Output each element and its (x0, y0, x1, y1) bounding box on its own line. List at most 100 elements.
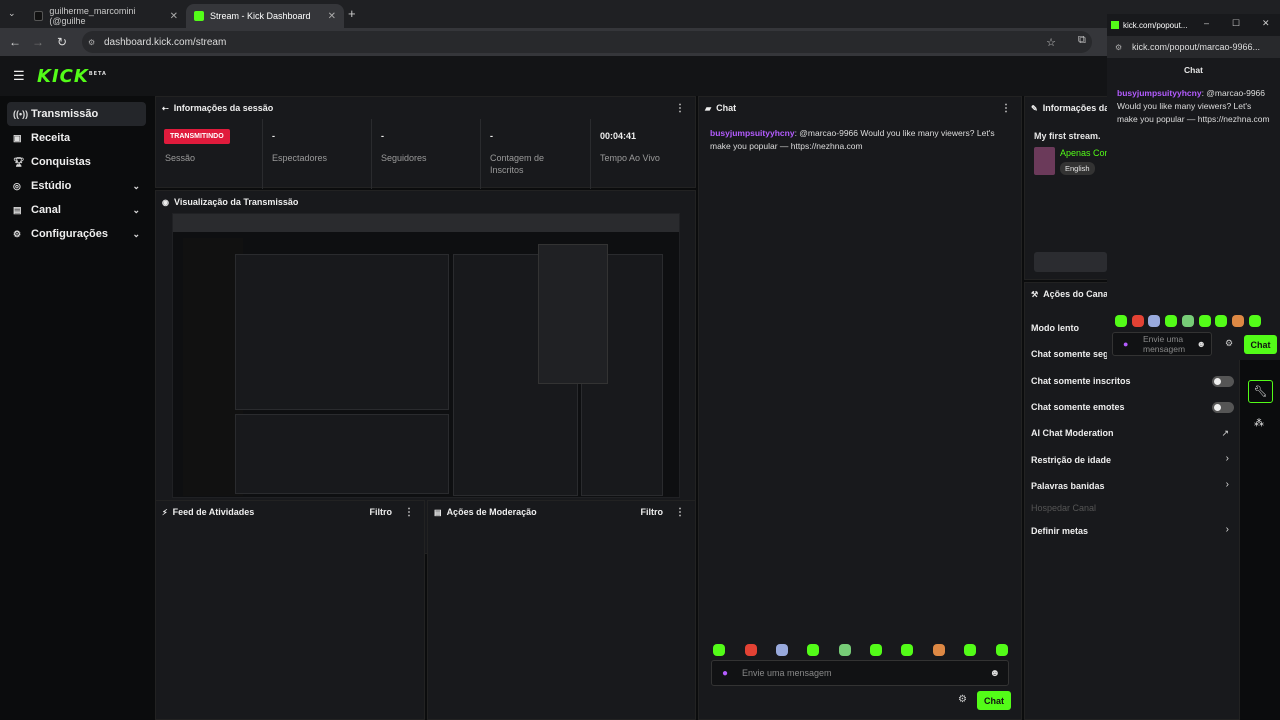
bookmark-star-icon[interactable]: ☆ (1046, 36, 1056, 49)
chat-settings-icon[interactable]: ⚙ (958, 694, 967, 705)
emote-icon[interactable] (901, 644, 913, 656)
forward-icon[interactable]: → (27, 35, 49, 49)
filter-button[interactable]: Filtro (370, 507, 393, 517)
more-options-icon[interactable]: ⋮ (404, 507, 414, 518)
emote-icon[interactable] (870, 644, 882, 656)
age-restriction-label[interactable]: Restrição de idade (1031, 455, 1111, 465)
wrench-icon[interactable]: 🔧︎ (1248, 380, 1273, 403)
chat-send-button[interactable]: Chat (977, 691, 1011, 710)
sidebar-item-transmissao[interactable]: ((•)) Transmissão (7, 102, 146, 126)
studio-icon: ◎ (13, 180, 21, 191)
popout-chat-header: Chat (1184, 65, 1203, 75)
popout-url: kick.com/popout/marcao-9966... (1132, 42, 1261, 52)
chevron-right-icon[interactable]: › (1226, 453, 1229, 464)
site-info-icon[interactable]: ⚙ (1115, 43, 1122, 52)
emote-icon[interactable] (713, 644, 725, 656)
set-goals-label[interactable]: Definir metas (1031, 526, 1088, 536)
sidebar-item-canal[interactable]: ▤ Canal ⌄ (7, 198, 146, 222)
external-link-icon[interactable]: ↗ (1221, 428, 1229, 439)
banned-words-label[interactable]: Palavras banidas (1031, 481, 1105, 491)
chat-username[interactable]: busyjumpsuityyhcny (710, 128, 795, 138)
emoji-icon[interactable]: ☻ (1197, 339, 1206, 349)
language-tag: English (1060, 162, 1095, 175)
popout-tab[interactable]: kick.com/popout... (1111, 16, 1197, 34)
tab-label: guilherme_marcomini (@guilhe (49, 6, 136, 26)
site-info-icon[interactable]: ⚙ (88, 38, 95, 47)
stat-value: - (490, 131, 493, 141)
browser-tab-tiktok[interactable]: guilherme_marcomini (@guilhe ✕ (26, 4, 186, 28)
maximize-icon[interactable]: ☐ (1232, 18, 1240, 29)
share-icon[interactable]: ⁂ (1254, 418, 1264, 429)
sidebar-item-configuracoes[interactable]: ⚙ Configurações ⌄ (7, 222, 146, 246)
preview-sidebar (183, 238, 243, 496)
emoji-icon[interactable]: ☻ (989, 668, 1000, 679)
kick-logo[interactable]: KICKBETA (37, 66, 107, 87)
filter-button[interactable]: Filtro (641, 507, 664, 517)
chevron-down-icon: ⌄ (132, 180, 140, 191)
sidebar-item-estudio[interactable]: ◎ Estúdio ⌄ (7, 174, 146, 198)
minimize-icon[interactable]: – (1204, 18, 1209, 28)
emote-icon[interactable] (839, 644, 851, 656)
emotes-only-label: Chat somente emotes (1031, 402, 1125, 412)
sidebar-item-conquistas[interactable]: 🏆︎ Conquistas (7, 150, 146, 174)
emote-icon[interactable] (807, 644, 819, 656)
edit-button[interactable] (1034, 252, 1107, 272)
emote-icon[interactable] (1182, 315, 1194, 327)
emote-icon[interactable] (1148, 315, 1160, 327)
sidebar-item-receita[interactable]: ▣ Receita (7, 126, 146, 150)
stream-title: My first stream. (1034, 131, 1101, 141)
popout-send-button[interactable]: Chat (1244, 335, 1277, 354)
emote-icon[interactable] (1249, 315, 1261, 327)
sidebar-item-label: Transmissão (31, 108, 99, 120)
close-icon[interactable]: ✕ (328, 11, 336, 22)
emote-icon[interactable] (745, 644, 757, 656)
extensions-icon[interactable]: ⧉ (1078, 34, 1086, 47)
chevron-right-icon[interactable]: › (1226, 524, 1229, 535)
tiktok-icon (34, 11, 44, 21)
slow-mode-label: Modo lento (1031, 323, 1079, 333)
info-icon: ⇠ (162, 103, 169, 113)
reload-icon[interactable]: ↻ (51, 35, 73, 49)
emote-icon[interactable] (1165, 315, 1177, 327)
browser-tab-kick[interactable]: Stream - Kick Dashboard ✕ (186, 4, 344, 28)
emote-icon[interactable] (933, 644, 945, 656)
popout-message-input[interactable]: ● Envie uma mensagem ☻ (1112, 332, 1212, 356)
more-options-icon[interactable]: ⋮ (675, 103, 685, 114)
stat-viewers: - Espectadores (263, 119, 372, 189)
emote-icon[interactable] (1132, 315, 1144, 327)
ai-moderation-label[interactable]: AI Chat Moderation (1031, 428, 1114, 438)
chat-settings-icon[interactable]: ⚙ (1225, 338, 1233, 349)
activity-feed-panel: ⚡︎ Feed de Atividades Filtro ⋮ (155, 500, 425, 720)
stat-session: TRANSMITINDO Sessão (156, 119, 263, 189)
chat-message-input[interactable]: ● Envie uma mensagem ☻ (711, 660, 1009, 686)
popout-url-bar[interactable]: ⚙ kick.com/popout/marcao-9966... (1107, 36, 1280, 58)
url-field[interactable]: ⚙ dashboard.kick.com/stream ☆ (82, 31, 1092, 53)
microphone-icon[interactable]: ● (722, 668, 728, 679)
menu-icon[interactable]: ☰ (13, 68, 25, 84)
new-tab-button[interactable]: + (348, 6, 356, 21)
emote-icon[interactable] (1199, 315, 1211, 327)
chevron-right-icon[interactable]: › (1226, 479, 1229, 490)
more-options-icon[interactable]: ⋮ (675, 507, 685, 518)
moderation-actions-panel: ▤ Ações de Moderação Filtro ⋮ (427, 500, 696, 720)
emote-icon[interactable] (964, 644, 976, 656)
more-options-icon[interactable]: ⋮ (1001, 103, 1011, 114)
close-icon[interactable]: ✕ (170, 11, 178, 22)
emotes-only-toggle[interactable] (1212, 402, 1234, 413)
emote-icon[interactable] (1215, 315, 1227, 327)
emote-icon[interactable] (996, 644, 1008, 656)
emote-icon[interactable] (1232, 315, 1244, 327)
category-link[interactable]: Apenas Con (1060, 148, 1110, 158)
close-icon[interactable]: ✕ (1262, 18, 1270, 29)
emote-icon[interactable] (776, 644, 788, 656)
back-icon[interactable]: ← (4, 35, 26, 49)
stream-preview-video[interactable] (172, 213, 680, 498)
microphone-icon[interactable]: ● (1123, 339, 1128, 349)
chat-username[interactable]: busyjumpsuityyhcny (1117, 88, 1202, 98)
logo-beta: BETA (88, 71, 107, 77)
tab-search-icon[interactable]: ⌄ (8, 8, 16, 19)
emote-icon[interactable] (1115, 315, 1127, 327)
subscribers-only-toggle[interactable] (1212, 376, 1234, 387)
stat-label: Seguidores (381, 153, 427, 163)
panel-title: Informações da (1042, 103, 1110, 113)
